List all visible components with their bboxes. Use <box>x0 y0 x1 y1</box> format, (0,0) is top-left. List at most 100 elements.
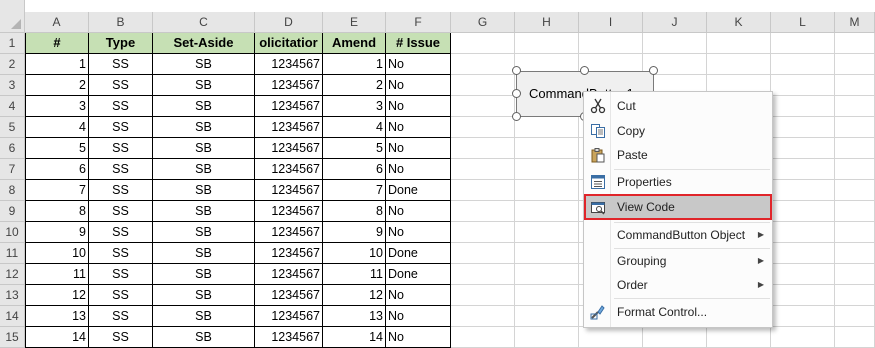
table-cell[interactable]: 7 <box>25 180 89 201</box>
table-cell[interactable]: SS <box>89 327 153 348</box>
table-header-cell[interactable]: Set-Aside <box>153 33 255 54</box>
table-cell[interactable]: No <box>386 54 451 75</box>
column-header-i[interactable]: I <box>579 12 643 33</box>
cell[interactable] <box>771 96 835 117</box>
table-cell[interactable]: SS <box>89 54 153 75</box>
column-header-l[interactable]: L <box>771 12 835 33</box>
table-cell[interactable]: SB <box>153 285 255 306</box>
column-header-m[interactable]: M <box>835 12 875 33</box>
table-cell[interactable]: 6 <box>323 159 386 180</box>
cell[interactable] <box>579 327 643 348</box>
table-cell[interactable]: SB <box>153 243 255 264</box>
table-cell[interactable]: SS <box>89 96 153 117</box>
cell[interactable] <box>451 327 515 348</box>
table-cell[interactable]: SB <box>153 117 255 138</box>
table-cell[interactable]: 9 <box>25 222 89 243</box>
table-cell[interactable]: 5 <box>323 138 386 159</box>
cell[interactable] <box>451 180 515 201</box>
table-cell[interactable]: 8 <box>323 201 386 222</box>
resize-handle[interactable] <box>512 112 521 121</box>
table-cell[interactable]: 1234567 <box>255 159 323 180</box>
table-cell[interactable]: 1234567 <box>255 285 323 306</box>
cell[interactable] <box>771 201 835 222</box>
table-cell[interactable]: 14 <box>25 327 89 348</box>
table-cell[interactable]: SS <box>89 285 153 306</box>
menu-item-commandbutton-object[interactable]: CommandButton Object ▶ <box>584 223 772 247</box>
table-cell[interactable]: No <box>386 138 451 159</box>
table-cell[interactable]: SS <box>89 180 153 201</box>
cell[interactable] <box>451 117 515 138</box>
cell[interactable] <box>771 159 835 180</box>
row-header[interactable]: 10 <box>0 222 25 243</box>
table-cell[interactable]: No <box>386 75 451 96</box>
cell[interactable] <box>835 117 875 138</box>
cell[interactable] <box>515 306 579 327</box>
cell[interactable] <box>771 285 835 306</box>
table-cell[interactable]: 1234567 <box>255 75 323 96</box>
column-header-f[interactable]: F <box>386 12 451 33</box>
row-header[interactable]: 11 <box>0 243 25 264</box>
cell[interactable] <box>451 159 515 180</box>
menu-item-paste[interactable]: Paste <box>584 143 772 167</box>
table-cell[interactable]: SS <box>89 243 153 264</box>
cell[interactable] <box>515 180 579 201</box>
table-cell[interactable]: 1234567 <box>255 180 323 201</box>
resize-handle[interactable] <box>512 89 521 98</box>
table-cell[interactable]: SB <box>153 264 255 285</box>
table-cell[interactable]: SS <box>89 222 153 243</box>
table-cell[interactable]: 12 <box>323 285 386 306</box>
cell[interactable] <box>515 201 579 222</box>
table-cell[interactable]: SB <box>153 222 255 243</box>
table-cell[interactable]: 1234567 <box>255 54 323 75</box>
table-cell[interactable]: 1234567 <box>255 222 323 243</box>
column-header-b[interactable]: B <box>89 12 153 33</box>
table-cell[interactable]: 1 <box>323 54 386 75</box>
cell[interactable] <box>835 159 875 180</box>
table-cell[interactable]: No <box>386 201 451 222</box>
cell[interactable] <box>771 180 835 201</box>
table-cell[interactable]: 1 <box>25 54 89 75</box>
table-cell[interactable]: No <box>386 96 451 117</box>
cell[interactable] <box>515 159 579 180</box>
table-cell[interactable]: 4 <box>323 117 386 138</box>
cell[interactable] <box>515 33 579 54</box>
row-header[interactable]: 3 <box>0 75 25 96</box>
cell[interactable] <box>451 54 515 75</box>
menu-item-properties[interactable]: Properties <box>584 170 772 194</box>
cell[interactable] <box>771 33 835 54</box>
menu-item-order[interactable]: Order ▶ <box>584 273 772 297</box>
cell[interactable] <box>835 96 875 117</box>
table-cell[interactable]: SS <box>89 75 153 96</box>
table-cell[interactable]: 3 <box>323 96 386 117</box>
table-cell[interactable]: Done <box>386 243 451 264</box>
cell[interactable] <box>515 327 579 348</box>
column-header-h[interactable]: H <box>515 12 579 33</box>
table-cell[interactable]: SB <box>153 306 255 327</box>
cell[interactable] <box>835 138 875 159</box>
cell[interactable] <box>835 201 875 222</box>
row-header[interactable]: 14 <box>0 306 25 327</box>
cell[interactable] <box>451 201 515 222</box>
cell[interactable] <box>835 243 875 264</box>
menu-item-view-code[interactable]: View Code <box>584 194 772 220</box>
cell[interactable] <box>835 264 875 285</box>
cell[interactable] <box>451 138 515 159</box>
table-cell[interactable]: 1234567 <box>255 138 323 159</box>
cell[interactable] <box>835 285 875 306</box>
cell[interactable] <box>835 327 875 348</box>
cell[interactable] <box>771 222 835 243</box>
row-header[interactable]: 9 <box>0 201 25 222</box>
table-cell[interactable]: 1234567 <box>255 306 323 327</box>
cell[interactable] <box>515 264 579 285</box>
table-header-cell[interactable]: # Issue <box>386 33 451 54</box>
table-cell[interactable]: SB <box>153 201 255 222</box>
row-header[interactable]: 4 <box>0 96 25 117</box>
table-cell[interactable]: SS <box>89 306 153 327</box>
table-cell[interactable]: 12 <box>25 285 89 306</box>
row-header[interactable]: 5 <box>0 117 25 138</box>
cell[interactable] <box>771 264 835 285</box>
column-header-a[interactable]: A <box>25 12 89 33</box>
cell[interactable] <box>707 33 771 54</box>
row-header[interactable]: 1 <box>0 33 25 54</box>
cell[interactable] <box>451 264 515 285</box>
